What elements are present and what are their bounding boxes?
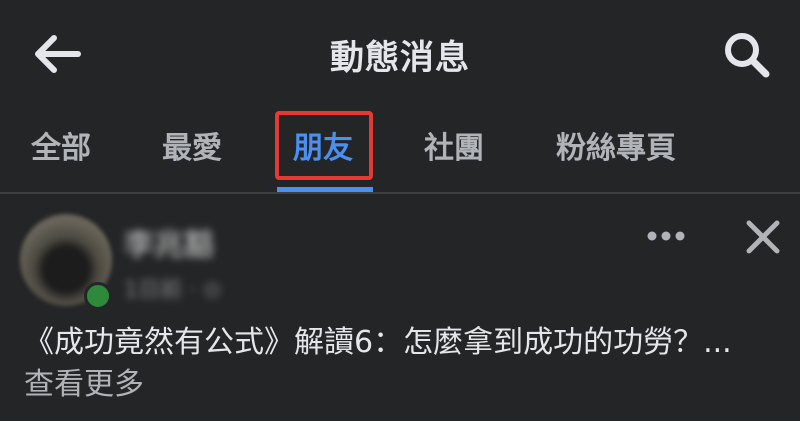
- page-title: 動態消息: [330, 38, 470, 78]
- post-timestamp: 1日前 · ⊙: [124, 278, 222, 303]
- tab-groups[interactable]: 社團: [424, 126, 484, 172]
- highlight-annotation-box: [275, 111, 373, 180]
- post-author-name[interactable]: 李兆豁: [124, 220, 214, 264]
- more-options-button[interactable]: [640, 218, 692, 254]
- tab-pages[interactable]: 粉絲專頁: [556, 126, 676, 172]
- post-body: 《成功竟然有公式》解讀6：怎麼拿到成功的功勞？: [24, 325, 704, 360]
- search-icon: [725, 33, 770, 78]
- tab-favorites[interactable]: 最愛: [162, 126, 222, 172]
- close-icon: [746, 220, 780, 254]
- tab-all[interactable]: 全部: [31, 126, 91, 172]
- post-ellipsis: ...: [703, 325, 732, 360]
- close-button[interactable]: [740, 214, 786, 260]
- feed-tabs: 全部 最愛 朋友 社團 粉絲專頁: [0, 108, 800, 192]
- top-bar: 動態消息: [0, 0, 800, 108]
- search-button[interactable]: [720, 28, 774, 82]
- feed-post: 李兆豁 1日前 · ⊙ 《成功竟然有公式》解讀6：怎麼拿到成功的功勞？... 查…: [0, 194, 800, 421]
- post-text: 《成功竟然有公式》解讀6：怎麼拿到成功的功勞？... 查看更多: [24, 322, 764, 406]
- online-status-indicator: [84, 282, 112, 310]
- more-options-icon: [647, 231, 685, 241]
- see-more-link[interactable]: 查看更多: [24, 367, 144, 402]
